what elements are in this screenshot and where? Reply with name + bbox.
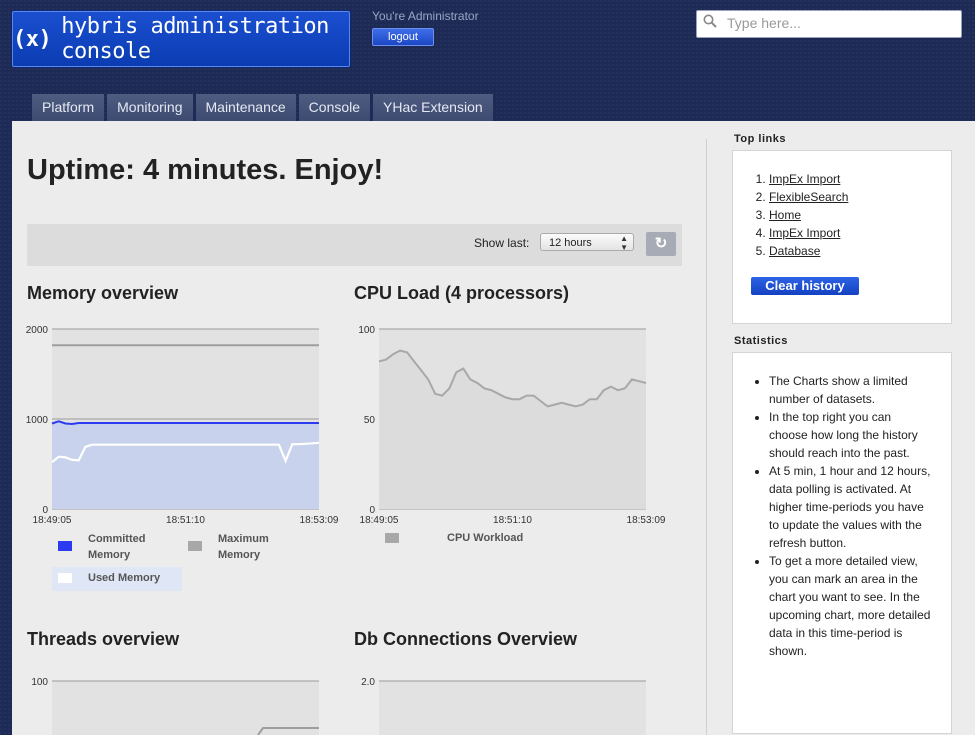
tab-yhac-extension[interactable]: YHac Extension <box>373 94 493 121</box>
cpu-chart[interactable]: 05010018:49:05 18:51:10 18:53:09 <box>349 321 669 531</box>
y-tick-label: 1000 <box>26 415 49 426</box>
statistics-title: Statistics <box>734 335 788 347</box>
logo-text: hybris administration console <box>61 14 329 64</box>
list-item: Home <box>769 206 951 224</box>
plot-area <box>52 681 319 735</box>
search-icon <box>703 14 717 28</box>
list-item: To get a more detailed view, you can mar… <box>769 552 931 660</box>
legend-committed[interactable]: Committed Memory <box>88 531 168 563</box>
top-link[interactable]: Database <box>769 244 820 258</box>
legend-used[interactable]: Used Memory <box>88 570 160 586</box>
y-tick-label: 2000 <box>26 325 49 336</box>
hybris-logo-icon: (x) <box>13 26 52 52</box>
list-item: ImpEx Import <box>769 224 951 242</box>
x-tick-label: 18:51:10 <box>166 515 205 526</box>
y-tick-label: 100 <box>31 677 48 688</box>
plot-area <box>379 681 646 735</box>
legend-cpu[interactable]: CPU Workload <box>447 530 523 546</box>
legend-maximum[interactable]: Maximum Memory <box>218 531 288 563</box>
clear-history-button[interactable]: Clear history <box>751 277 859 295</box>
user-box: You're Administrator logout <box>372 9 479 46</box>
x-tick-label: 18:49:05 <box>360 515 399 526</box>
chart-toolbar: Show last: 12 hours ▲ ▼ ↻ <box>27 224 682 266</box>
page-title: Uptime: 4 minutes. Enjoy! <box>27 154 384 186</box>
memory-chart-title: Memory overview <box>27 283 179 303</box>
committed-swatch <box>58 541 72 551</box>
threads-chart[interactable]: 100 <box>22 671 342 735</box>
show-last-value: 12 hours <box>549 237 592 249</box>
list-item: ImpEx Import <box>769 170 951 188</box>
x-tick-label: 18:53:09 <box>627 515 666 526</box>
tab-monitoring[interactable]: Monitoring <box>107 94 193 121</box>
select-arrows-icon: ▲ ▼ <box>620 234 628 252</box>
cpu-chart-title: CPU Load (4 processors) <box>354 283 570 303</box>
db-chart-title: Db Connections Overview <box>354 629 578 649</box>
committed-memory-area <box>52 421 319 509</box>
search-box[interactable] <box>696 10 962 38</box>
statistics-panel: The Charts show a limited number of data… <box>732 352 952 734</box>
top-link[interactable]: Home <box>769 208 801 222</box>
search-input[interactable] <box>727 14 952 32</box>
y-tick-label: 2.0 <box>361 677 375 688</box>
top-links-title: Top links <box>734 133 786 145</box>
user-label: You're Administrator <box>372 9 479 23</box>
sidebar-divider <box>706 139 707 735</box>
y-tick-label: 100 <box>358 325 375 336</box>
x-tick-label: 18:49:05 <box>33 515 72 526</box>
tab-platform[interactable]: Platform <box>32 94 105 121</box>
tab-maintenance[interactable]: Maintenance <box>195 94 296 121</box>
show-last-select[interactable]: 12 hours ▲ ▼ <box>540 233 634 252</box>
top-links-list: ImpEx Import FlexibleSearch Home ImpEx I… <box>733 170 951 260</box>
list-item: The Charts show a limited number of data… <box>769 372 931 408</box>
x-tick-label: 18:53:09 <box>300 515 339 526</box>
top-link[interactable]: ImpEx Import <box>769 172 840 186</box>
logout-button[interactable]: logout <box>372 28 434 46</box>
top-links-panel: ImpEx Import FlexibleSearch Home ImpEx I… <box>732 150 952 324</box>
main-content: Uptime: 4 minutes. Enjoy! Show last: 12 … <box>12 121 975 735</box>
list-item: At 5 min, 1 hour and 12 hours, data poll… <box>769 462 931 552</box>
db-chart[interactable]: 2.0 <box>349 671 669 735</box>
list-item: FlexibleSearch <box>769 188 951 206</box>
x-tick-label: 18:51:10 <box>493 515 532 526</box>
used-swatch <box>58 573 72 583</box>
maximum-swatch <box>188 541 202 551</box>
y-tick-label: 50 <box>364 415 376 426</box>
list-item: In the top right you can choose how long… <box>769 408 931 462</box>
logo[interactable]: (x) hybris administration console <box>12 11 350 67</box>
refresh-button[interactable]: ↻ <box>646 232 676 256</box>
list-item: Database <box>769 242 951 260</box>
threads-chart-title: Threads overview <box>27 629 180 649</box>
statistics-list: The Charts show a limited number of data… <box>733 372 951 660</box>
tab-console[interactable]: Console <box>298 94 371 121</box>
memory-chart[interactable]: 01000200018:49:05 18:51:10 18:53:09 <box>22 321 342 531</box>
top-link[interactable]: ImpEx Import <box>769 226 840 240</box>
show-last-label: Show last: <box>474 236 530 250</box>
cpu-swatch <box>385 533 399 543</box>
top-link[interactable]: FlexibleSearch <box>769 190 848 204</box>
main-nav: Platform Monitoring Maintenance Console … <box>32 94 496 121</box>
refresh-icon: ↻ <box>654 235 668 252</box>
